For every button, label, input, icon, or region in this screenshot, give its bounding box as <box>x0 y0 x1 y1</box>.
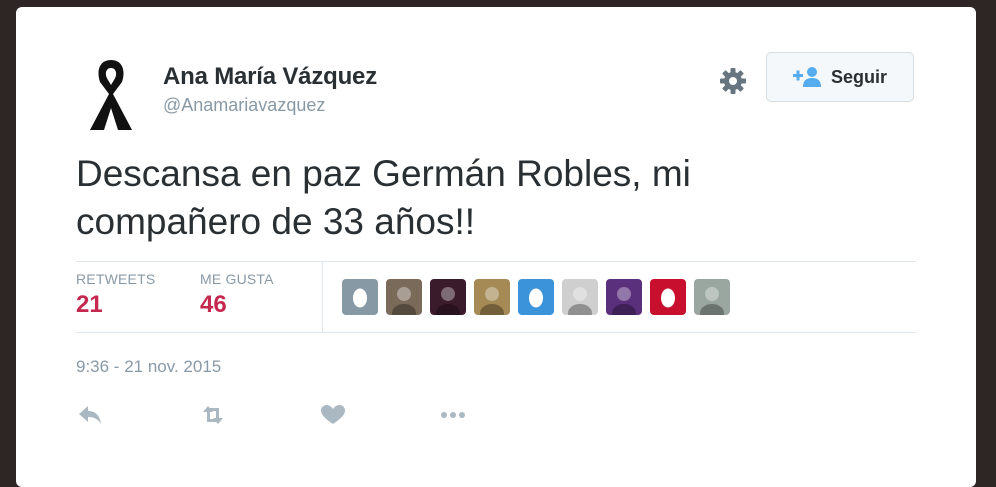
liker-avatar[interactable] <box>342 279 378 315</box>
follow-button[interactable]: Seguir <box>766 52 914 102</box>
follow-label: Seguir <box>830 66 887 87</box>
liker-avatar[interactable] <box>694 279 730 315</box>
photo-avatar-head <box>441 287 455 301</box>
timestamp[interactable]: 9:36 - 21 nov. 2015 <box>76 357 221 377</box>
photo-avatar-head <box>617 287 631 301</box>
liker-avatar[interactable] <box>518 279 554 315</box>
tweet-text-line: Descansa en paz Germán Robles, mi <box>76 153 691 194</box>
egg-avatar-icon <box>529 288 543 308</box>
liker-avatar[interactable] <box>430 279 466 315</box>
egg-avatar-icon <box>661 288 675 308</box>
likes-count[interactable]: 46 <box>200 291 227 319</box>
like-icon[interactable] <box>318 403 348 427</box>
tweet-text: Descansa en paz Germán Robles, mi compañ… <box>76 150 796 246</box>
user-name[interactable]: Ana María Vázquez <box>163 63 377 91</box>
retweet-icon[interactable] <box>198 403 228 427</box>
egg-avatar-icon <box>353 288 367 308</box>
tweet-text-line: compañero de 33 años!! <box>76 201 476 242</box>
black-ribbon-icon <box>90 60 132 130</box>
stats-separator <box>322 261 323 333</box>
liker-avatar[interactable] <box>386 279 422 315</box>
retweets-label[interactable]: RETWEETS <box>76 271 155 287</box>
photo-avatar-head <box>485 287 499 301</box>
gear-icon[interactable] <box>718 66 748 96</box>
divider <box>76 261 916 262</box>
reply-icon[interactable] <box>76 403 106 427</box>
liker-avatars <box>342 279 730 315</box>
add-user-icon <box>792 67 821 87</box>
liker-avatar[interactable] <box>650 279 686 315</box>
avatar[interactable] <box>76 52 146 132</box>
liker-avatar[interactable] <box>562 279 598 315</box>
liker-avatar[interactable] <box>474 279 510 315</box>
photo-avatar-head <box>573 287 587 301</box>
divider <box>76 332 916 333</box>
liker-avatar[interactable] <box>606 279 642 315</box>
more-icon[interactable] <box>438 403 468 427</box>
user-handle[interactable]: @Anamariavazquez <box>163 95 325 116</box>
photo-avatar-head <box>397 287 411 301</box>
tweet-card: Ana María Vázquez @Anamariavazquez Segui… <box>16 7 976 487</box>
likes-label[interactable]: ME GUSTA <box>200 271 274 287</box>
retweets-count[interactable]: 21 <box>76 291 103 319</box>
photo-avatar-head <box>705 287 719 301</box>
